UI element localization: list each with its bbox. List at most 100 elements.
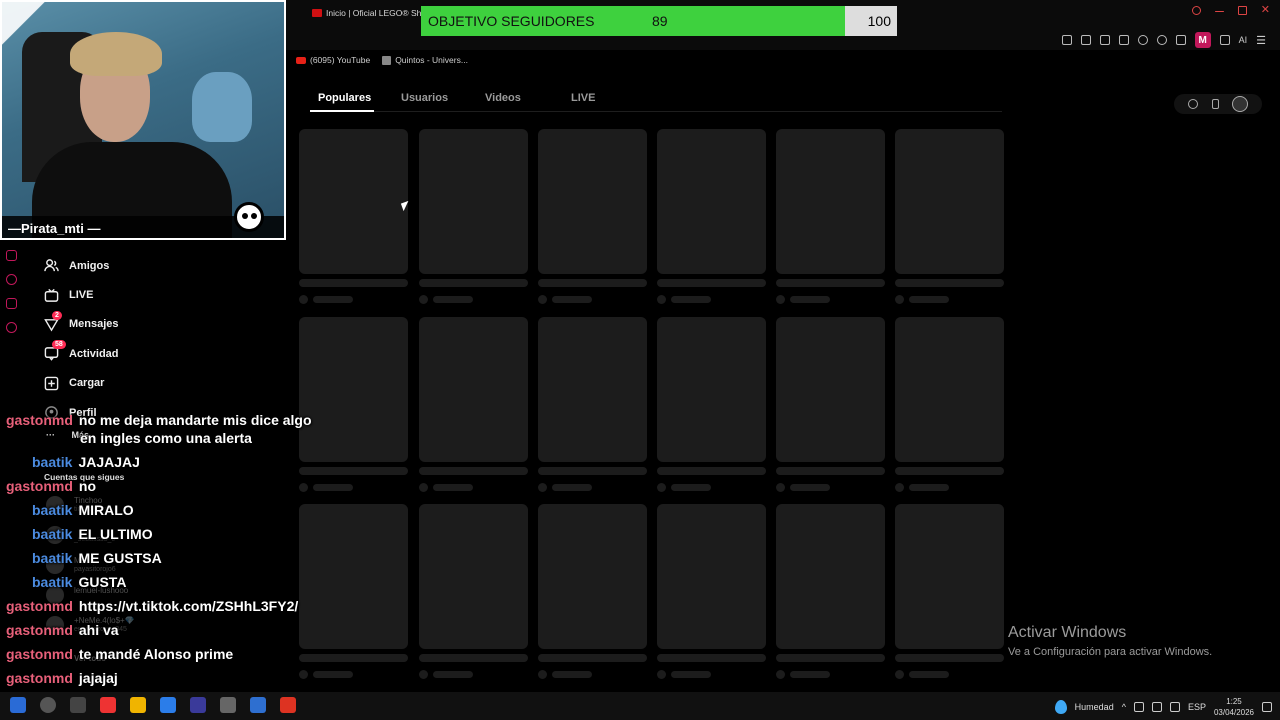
upload-icon [44, 376, 59, 391]
browser-icon[interactable] [100, 697, 116, 713]
author-placeholder [671, 671, 711, 678]
shield-icon[interactable] [1099, 35, 1110, 45]
tab-usuarios[interactable]: Usuarios [401, 92, 448, 104]
video-card-placeholder[interactable] [657, 129, 766, 274]
title-placeholder [657, 654, 766, 662]
volume-icon[interactable] [1151, 702, 1162, 712]
sidebar-item-label: Amigos [69, 259, 110, 272]
author-placeholder [552, 671, 592, 678]
chat-message: baatik GUSTA [32, 574, 126, 596]
bookmark-label: (6095) YouTube [310, 55, 371, 65]
author-placeholder [552, 484, 592, 491]
menu-icon[interactable]: ☰ [1256, 34, 1266, 47]
video-card-placeholder[interactable] [776, 317, 885, 462]
video-card-placeholder[interactable] [419, 317, 528, 462]
send-icon[interactable] [1137, 35, 1148, 45]
explore-icon[interactable] [6, 298, 17, 309]
video-card-placeholder[interactable] [538, 317, 647, 462]
network-icon[interactable] [1133, 702, 1144, 712]
author-placeholder [313, 484, 353, 491]
chat-username: baatik [32, 526, 73, 542]
minimize-button[interactable] [1214, 11, 1224, 12]
taskbar: Humedad ^ ESP 1:25 03/04/2026 [0, 692, 1280, 720]
heart-icon[interactable] [1156, 35, 1167, 45]
notification-icon[interactable] [1262, 702, 1272, 712]
screenshot-icon[interactable] [1080, 35, 1091, 45]
title-placeholder [776, 654, 885, 662]
video-card-placeholder[interactable] [776, 129, 885, 274]
search-icon[interactable] [40, 697, 56, 713]
chat-message: gastonmd ahi va [6, 622, 119, 644]
obs-icon[interactable] [220, 697, 236, 713]
tab-live[interactable]: LIVE [571, 92, 595, 104]
chat-message: baatik JAJAJAJ [32, 454, 140, 476]
tab-videos[interactable]: Videos [485, 92, 521, 104]
ai-button[interactable]: AI [1239, 35, 1248, 45]
avatar[interactable] [1232, 96, 1249, 112]
profile-avatar[interactable]: M [1194, 32, 1211, 48]
video-card-placeholder[interactable] [419, 504, 528, 649]
discord-icon[interactable] [190, 697, 206, 713]
download-icon[interactable] [1219, 35, 1230, 45]
video-icon[interactable] [6, 250, 17, 261]
clock-date: 03/04/2026 [1213, 708, 1254, 717]
messages-badge: 2 [52, 310, 62, 320]
sidebar-item-cargar[interactable]: Cargar [44, 369, 284, 398]
chat-username: gastonmd [6, 622, 73, 638]
search-tabs: Populares Usuarios Videos LIVE [310, 86, 1002, 112]
video-card-placeholder[interactable] [538, 129, 647, 274]
chat-message: en ingles como una alerta [80, 430, 252, 452]
translate-icon[interactable] [1118, 35, 1129, 45]
file-explorer-icon[interactable] [130, 697, 146, 713]
sidebar-item-live[interactable]: LIVE [44, 280, 284, 309]
webcam-overlay: —Pirata_mti — [0, 0, 286, 240]
phone-icon[interactable] [1211, 99, 1219, 109]
video-card-placeholder[interactable] [299, 504, 408, 649]
bookmark-youtube[interactable]: (6095) YouTube [296, 55, 370, 65]
video-card-placeholder[interactable] [895, 504, 1004, 649]
maximize-button[interactable] [1237, 6, 1247, 15]
video-card-placeholder[interactable] [299, 129, 408, 274]
search-icon[interactable] [1191, 6, 1201, 15]
avatar-placeholder [299, 483, 308, 492]
browser-tab[interactable]: Inicio | Oficial LEGO® Sh [312, 5, 421, 21]
author-placeholder [671, 296, 711, 303]
record-icon[interactable] [280, 697, 296, 713]
task-view-icon[interactable] [70, 697, 86, 713]
video-card-placeholder[interactable] [538, 504, 647, 649]
chat-text: EL ULTIMO [78, 526, 153, 542]
chat-message: baatik ME GUSTSA [32, 550, 162, 572]
video-card-placeholder[interactable] [299, 317, 408, 462]
clock[interactable]: 1:25 03/04/2026 [1214, 696, 1254, 718]
avatar-placeholder [776, 483, 785, 492]
sidebar-item-amigos[interactable]: Amigos [44, 251, 284, 280]
settings-icon[interactable] [6, 322, 17, 333]
video-card-placeholder[interactable] [895, 129, 1004, 274]
language-indicator[interactable]: ESP [1188, 702, 1206, 712]
chat-message: gastonmd te mandé Alonso prime [6, 646, 233, 668]
start-icon[interactable] [10, 697, 26, 713]
author-placeholder [552, 296, 592, 303]
chat-text: GUSTA [78, 574, 127, 590]
chevron-up-icon[interactable]: ^ [1122, 702, 1126, 712]
compass-icon[interactable] [1187, 99, 1198, 109]
video-card-placeholder[interactable] [657, 317, 766, 462]
mic-icon[interactable] [1169, 702, 1180, 712]
app-icon[interactable] [250, 697, 266, 713]
video-card-placeholder[interactable] [657, 504, 766, 649]
weather-label[interactable]: Humedad [1075, 702, 1114, 712]
pin-icon[interactable] [1061, 35, 1072, 45]
video-card-placeholder[interactable] [419, 129, 528, 274]
video-card-placeholder[interactable] [776, 504, 885, 649]
video-card-placeholder[interactable] [895, 317, 1004, 462]
author-placeholder [790, 671, 830, 678]
author-placeholder [313, 671, 353, 678]
close-button[interactable]: ✕ [1261, 5, 1270, 16]
clock-icon[interactable] [6, 274, 17, 285]
store-icon[interactable] [160, 697, 176, 713]
sidebar-item-mensajes[interactable]: 2 Mensajes [44, 310, 284, 339]
bookmark-quintos[interactable]: Quintos - Univers... [382, 55, 468, 65]
tab-populares[interactable]: Populares [318, 92, 371, 104]
extensions-icon[interactable] [1175, 35, 1186, 45]
sidebar-item-actividad[interactable]: 58 Actividad [44, 339, 284, 368]
